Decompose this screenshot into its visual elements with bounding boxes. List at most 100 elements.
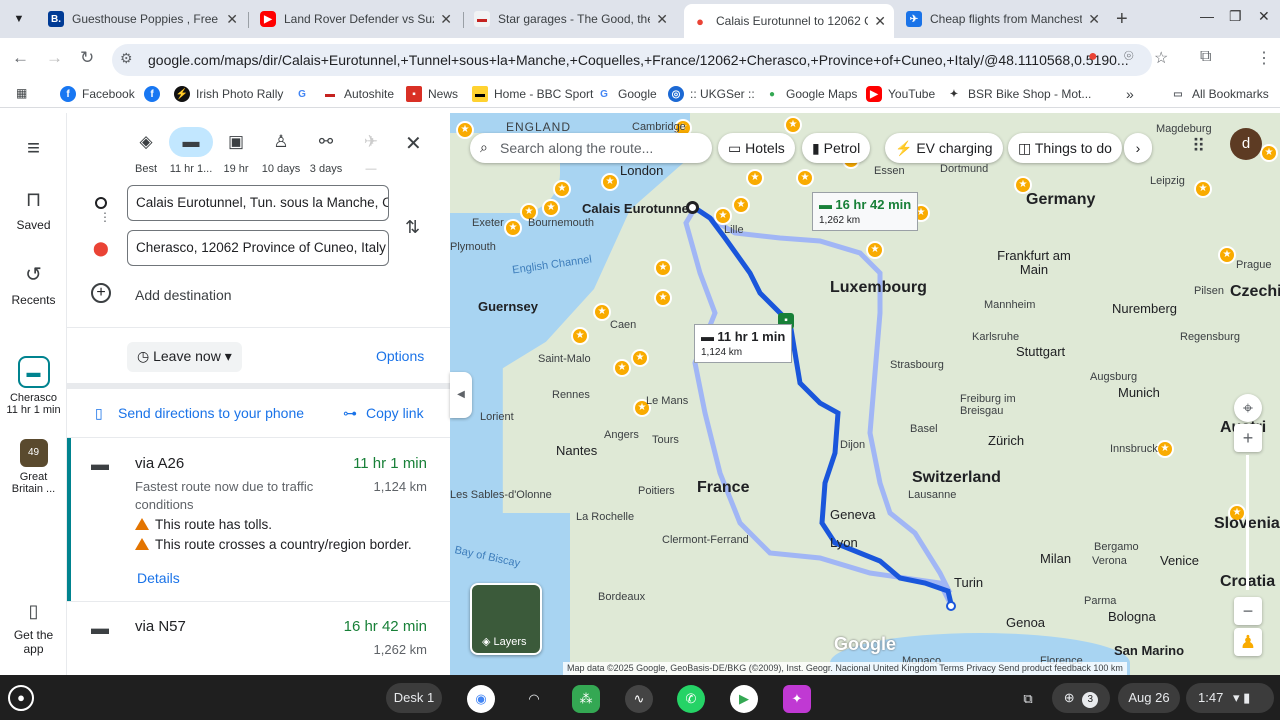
avatar[interactable]: d	[1230, 128, 1262, 160]
reload-icon[interactable]: ↻	[80, 48, 94, 68]
minimize-icon[interactable]: —	[1200, 8, 1214, 24]
extensions-icon[interactable]: ⧉	[1200, 48, 1211, 66]
destination-input[interactable]: Cherasco, 12062 Province of Cuneo, Italy	[127, 230, 389, 266]
bookmark-youtube[interactable]: ▶ YouTube	[866, 86, 935, 102]
chips-next-icon[interactable]: ›	[1124, 133, 1152, 163]
saved-place-star-icon[interactable]: ★	[654, 289, 672, 307]
saved-place-star-icon[interactable]: ★	[571, 327, 589, 345]
origin-marker[interactable]	[686, 201, 699, 214]
leave-now-dropdown[interactable]: ◷ Leave now ▾	[127, 342, 242, 372]
launcher-icon[interactable]: ●	[8, 685, 34, 711]
restore-icon[interactable]: ❐	[1229, 8, 1242, 25]
whatsapp-icon[interactable]: ✆	[677, 685, 705, 713]
tab-star-garages[interactable]: ▬ Star garages - The Good, the ✕	[466, 4, 676, 34]
collapse-panel-icon[interactable]: ◀	[450, 372, 472, 418]
date-tray[interactable]: Aug 26	[1118, 683, 1180, 713]
tab-guesthouse[interactable]: B. Guesthouse Poppies , Free Pa ✕	[40, 4, 246, 34]
bookmark-irish-photo-rally[interactable]: ⚡ Irish Photo Rally	[174, 86, 283, 102]
menu-button[interactable]: ≡	[0, 135, 67, 167]
analytics-icon[interactable]: ∿	[625, 685, 653, 713]
saved-place-star-icon[interactable]: ★	[1194, 180, 1212, 198]
rail-saved[interactable]: ⊓ Saved	[0, 187, 67, 232]
saved-place-star-icon[interactable]: ★	[796, 169, 814, 187]
saved-place-star-icon[interactable]: ★	[866, 241, 884, 259]
route-callout-n57[interactable]: ▬ 16 hr 42 min 1,262 km	[812, 192, 919, 231]
options-button[interactable]: Options	[376, 348, 424, 364]
saved-place-star-icon[interactable]: ★	[732, 196, 750, 214]
add-destination[interactable]: Add destination	[135, 287, 232, 303]
search-along-route-input[interactable]: ⌕ Search along the route...	[470, 133, 712, 163]
forward-icon[interactable]: →	[46, 48, 63, 68]
tab-google-maps[interactable]: ● Calais Eurotunnel to 12062 C ✕	[684, 4, 894, 38]
saved-place-star-icon[interactable]: ★	[613, 359, 631, 377]
photo-editor-icon[interactable]: ✦	[783, 685, 811, 713]
tab-youtube[interactable]: ▶ Land Rover Defender vs Suzu ✕	[252, 4, 460, 34]
zoom-out-button[interactable]: −	[1234, 597, 1262, 625]
all-bookmarks[interactable]: ▭ All Bookmarks	[1170, 86, 1269, 102]
apps-grid-icon[interactable]: ⠿	[1192, 136, 1205, 157]
apps-icon[interactable]: ▦	[16, 86, 27, 100]
chip-things-to-do[interactable]: ◫ Things to do	[1008, 133, 1122, 163]
bookmark-news[interactable]: ▪ News	[406, 86, 458, 102]
status-tray[interactable]: 1:47 ▾ ▮	[1186, 683, 1274, 713]
get-the-app[interactable]: ▯ Get the app	[0, 601, 67, 656]
chip-ev-charging[interactable]: ⚡ EV charging	[885, 133, 1003, 163]
route-details-button[interactable]: Details	[137, 570, 180, 586]
bookmark-star-icon[interactable]: ☆	[1154, 48, 1168, 68]
maps-extension-icon[interactable]: ●	[1088, 48, 1098, 66]
close-icon[interactable]: ✕	[226, 11, 238, 28]
my-location-icon[interactable]: ⌖	[1234, 394, 1262, 422]
saved-place-star-icon[interactable]: ★	[654, 259, 672, 277]
bookmark-google[interactable]: G Google	[596, 86, 657, 102]
saved-place-star-icon[interactable]: ★	[784, 116, 802, 134]
tab-flights[interactable]: ✈ Cheap flights from Manchest ✕	[898, 4, 1108, 34]
rail-recents[interactable]: ↺ Recents	[0, 262, 67, 307]
chip-hotels[interactable]: ▭ Hotels	[718, 133, 795, 163]
mode-flight[interactable]: ✈ —	[347, 125, 395, 175]
chip-petrol[interactable]: ▮ Petrol	[802, 133, 871, 163]
rail-recent-great-britain[interactable]: 49 Great Britain ...	[0, 439, 67, 495]
bookmark-facebook-2[interactable]: f	[144, 86, 166, 102]
zoom-slider[interactable]	[1246, 455, 1249, 590]
route-callout-a26[interactable]: ▬ 11 hr 1 min 1,124 km	[694, 324, 793, 363]
swap-icon[interactable]: ⇅	[405, 217, 420, 238]
clipboard-icon[interactable]: ⧉	[1014, 685, 1042, 713]
layers-button[interactable]: ◈ Layers	[470, 583, 542, 655]
play-store-icon[interactable]: ▶	[730, 685, 758, 713]
tab-search-dropdown[interactable]: ▼	[6, 6, 32, 32]
origin-input[interactable]: Calais Eurotunnel, Tun. sous la Manche, …	[127, 185, 389, 221]
window-close-icon[interactable]: ✕	[1258, 8, 1270, 25]
close-icon[interactable]: ✕	[1088, 11, 1100, 28]
close-directions-icon[interactable]: ✕	[405, 131, 422, 156]
copy-link[interactable]: Copy link	[366, 405, 424, 421]
cast-icon[interactable]: ◠	[520, 685, 548, 713]
desk-button[interactable]: Desk 1	[386, 683, 442, 713]
new-tab-icon[interactable]: +	[1116, 8, 1128, 31]
address-bar[interactable]: google.com/maps/dir/Calais+Eurotunnel,+T…	[112, 44, 1152, 76]
route-option-n57[interactable]: ▬ via N57 16 hr 42 min 1,262 km	[67, 602, 450, 675]
mode-cycling[interactable]: ⚯ 3 days	[302, 125, 350, 175]
bookmark-ukgser[interactable]: ◎:: UKGSer ::	[668, 86, 755, 102]
bookmark-google-maps[interactable]: ● Google Maps	[764, 86, 857, 102]
saved-place-star-icon[interactable]: ★	[714, 207, 732, 225]
bookmark-facebook[interactable]: f Facebook	[60, 86, 135, 102]
close-icon[interactable]: ✕	[874, 13, 886, 30]
close-icon[interactable]: ✕	[440, 11, 452, 28]
more-bookmarks-icon[interactable]: »	[1126, 86, 1134, 102]
mode-transit[interactable]: ▣ 19 hr	[212, 125, 260, 175]
street-view-pegman-icon[interactable]: ♟	[1234, 628, 1262, 656]
zoom-in-button[interactable]: +	[1234, 424, 1262, 452]
bookmark-google-1[interactable]: G	[294, 86, 316, 102]
files-app-icon[interactable]: ⁂	[572, 685, 600, 713]
back-icon[interactable]: ←	[12, 48, 29, 68]
bookmark-bsr-bike-shop[interactable]: ✦ BSR Bike Shop - Mot...	[946, 86, 1091, 102]
saved-place-star-icon[interactable]: ★	[1260, 144, 1278, 162]
bookmark-bbc-sport[interactable]: ▬ Home - BBC Sport	[472, 86, 593, 102]
saved-place-star-icon[interactable]: ★	[1218, 246, 1236, 264]
mode-walking[interactable]: ♙ 10 days	[257, 125, 305, 175]
saved-place-star-icon[interactable]: ★	[601, 173, 619, 191]
close-icon[interactable]: ✕	[656, 11, 668, 28]
site-info-icon[interactable]: ⚙	[120, 50, 133, 67]
saved-place-star-icon[interactable]: ★	[1156, 440, 1174, 458]
route-option-a26[interactable]: ▬ via A26 11 hr 1 min 1,124 km Fastest r…	[67, 438, 450, 601]
